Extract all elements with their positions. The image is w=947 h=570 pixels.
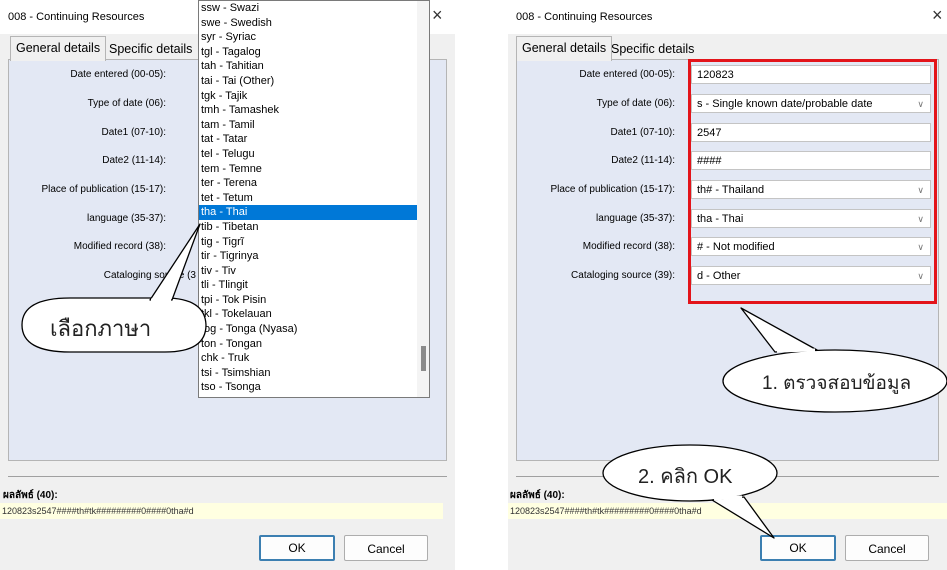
label-date1: Date1 (07-10): xyxy=(101,127,166,138)
language-option[interactable]: ssw - Swazi xyxy=(199,1,429,16)
callout-check-data-text: 1. ตรวจสอบข้อมูล xyxy=(762,373,912,394)
tab-general-details[interactable]: General details xyxy=(10,36,107,61)
record-value: 120823s2547####th#tk#########0####0tha#d xyxy=(0,503,443,519)
label-modified-record: Modified record (38): xyxy=(73,241,166,252)
label-date2: Date2 (11-14): xyxy=(102,155,166,166)
language-option[interactable]: tah - Tahitian xyxy=(199,59,429,74)
close-icon[interactable]: × xyxy=(432,5,443,26)
language-option[interactable]: tha - Thai xyxy=(199,205,429,220)
label-type-of-date: Type of date (06): xyxy=(87,98,166,109)
language-option[interactable]: tat - Tatar xyxy=(199,132,429,147)
language-option[interactable]: tmh - Tamashek xyxy=(199,103,429,118)
label-language: language (35-37): xyxy=(87,213,166,224)
language-option[interactable]: tgk - Tajik xyxy=(199,89,429,104)
left-dialog: 008 - Continuing Resources × General det… xyxy=(0,0,455,570)
title-bar: 008 - Continuing Resources × xyxy=(508,0,947,34)
language-option[interactable]: tem - Temne xyxy=(199,162,429,177)
language-option[interactable]: tet - Tetum xyxy=(199,191,429,206)
record-value: 120823s2547####th#tk#########0####0tha#d xyxy=(508,503,947,519)
language-option[interactable]: syr - Syriac xyxy=(199,30,429,45)
language-option[interactable]: ton - Tongan xyxy=(199,337,429,352)
language-option[interactable]: tgl - Tagalog xyxy=(199,45,429,60)
language-option[interactable]: chk - Truk xyxy=(199,351,429,366)
language-option[interactable]: tib - Tibetan xyxy=(199,220,429,235)
dialog-title: 008 - Continuing Resources xyxy=(8,11,145,23)
language-items: ssw - Swazi swe - Swedish syr - Syriac tgl … xyxy=(199,1,429,397)
label-date-entered: Date entered (00-05): xyxy=(70,69,166,80)
language-option[interactable]: tkl - Tokelauan xyxy=(199,307,429,322)
field-label: language (35-37): xyxy=(596,213,675,224)
language-option[interactable]: tel - Telugu xyxy=(199,147,429,162)
label-place-of-publication: Place of publication (15-17): xyxy=(41,184,166,195)
scrollbar-thumb[interactable] xyxy=(421,346,426,371)
language-option[interactable]: tiv - Tiv xyxy=(199,264,429,279)
language-option[interactable]: ter - Terena xyxy=(199,176,429,191)
field-label: Date1 (07-10): xyxy=(610,127,675,138)
cancel-button[interactable]: Cancel xyxy=(344,535,428,561)
highlight-box xyxy=(688,59,937,304)
tab-specific-details[interactable]: Specific details xyxy=(104,38,198,60)
language-option[interactable]: tai - Tai (Other) xyxy=(199,74,429,89)
close-icon[interactable]: × xyxy=(932,5,943,26)
field-label: Modified record (38): xyxy=(582,241,675,252)
label-cataloging-source: Cataloging source (3 xyxy=(103,270,196,281)
field-label: Place of publication (15-17): xyxy=(550,184,675,195)
language-option[interactable]: tsi - Tsimshian xyxy=(199,366,429,381)
language-option[interactable]: tli - Tlingit xyxy=(199,278,429,293)
language-option[interactable]: tog - Tonga (Nyasa) xyxy=(199,322,429,337)
callout-click-ok-text: 2. คลิก OK xyxy=(638,466,733,488)
language-dropdown-list[interactable]: ssw - Swazi swe - Swedish syr - Syriac tgl … xyxy=(198,0,430,398)
language-option[interactable]: tam - Tamil xyxy=(199,118,429,133)
ok-button[interactable]: OK xyxy=(259,535,335,561)
dialog-title: 008 - Continuing Resources xyxy=(516,11,653,23)
language-option[interactable]: swe - Swedish xyxy=(199,16,429,31)
language-option[interactable]: tsn - Tswana xyxy=(199,395,429,397)
language-option[interactable]: tig - Tigrĩ xyxy=(199,235,429,250)
field-label: Cataloging source (39): xyxy=(571,270,675,281)
record-label: ผลลัพธ์ (40): xyxy=(510,490,565,501)
record-label: ผลลัพธ์ (40): xyxy=(3,490,58,501)
field-label: Type of date (06): xyxy=(596,98,675,109)
separator xyxy=(8,476,447,477)
cancel-button[interactable]: Cancel xyxy=(845,535,929,561)
language-option[interactable]: tir - Tigrinya xyxy=(199,249,429,264)
field-label: Date2 (11-14): xyxy=(611,155,675,166)
field-label: Date entered (00-05): xyxy=(579,69,675,80)
language-option[interactable]: tpi - Tok Pisin xyxy=(199,293,429,308)
tab-general-details[interactable]: General details xyxy=(516,36,613,61)
ok-button[interactable]: OK xyxy=(760,535,836,561)
language-option[interactable]: tso - Tsonga xyxy=(199,380,429,395)
tab-specific-details[interactable]: Specific details xyxy=(606,38,700,60)
callout-select-language-text: เลือกภาษา xyxy=(50,316,152,341)
list-scrollbar[interactable] xyxy=(417,1,429,397)
